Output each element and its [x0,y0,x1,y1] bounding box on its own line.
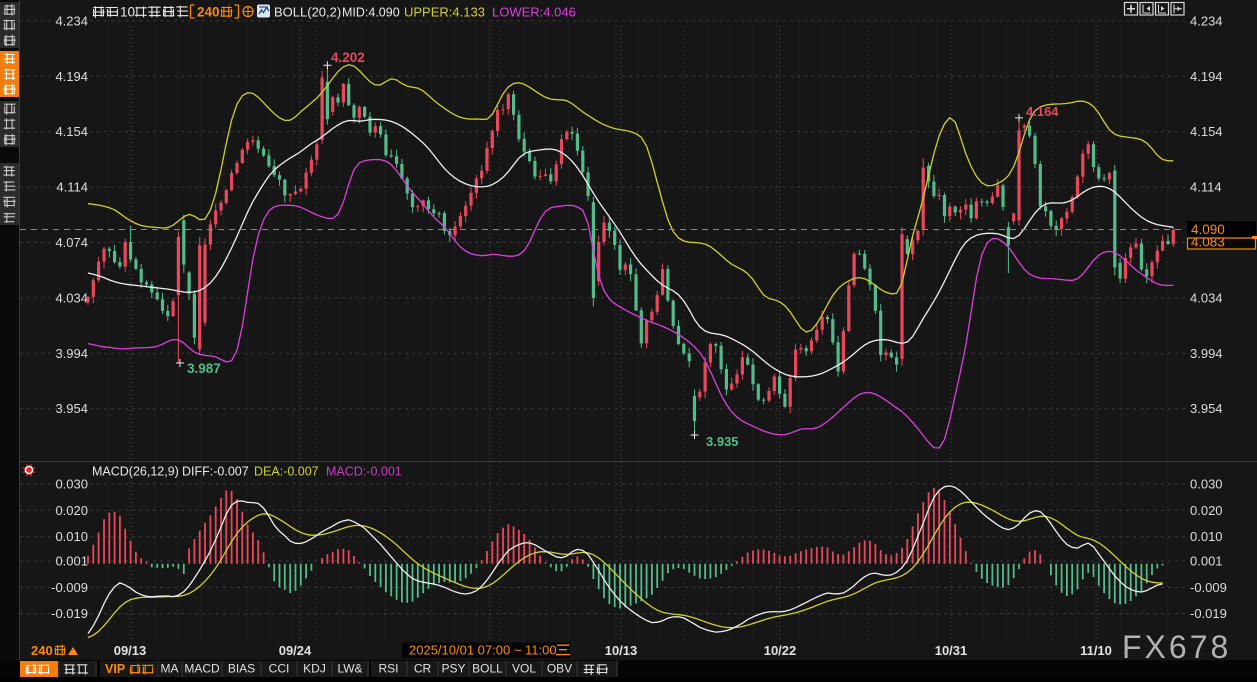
svg-text:3.994: 3.994 [1190,346,1223,361]
svg-text:3.935: 3.935 [706,434,739,449]
svg-text:4.034: 4.034 [55,290,88,305]
svg-text:MACD(26,12,9): MACD(26,12,9) [92,465,179,479]
svg-text:MID:4.090: MID:4.090 [342,6,400,20]
svg-text:DIFF:-0.007: DIFF:-0.007 [182,465,249,479]
svg-text:DEA:-0.007: DEA:-0.007 [254,465,319,479]
svg-text:-0.009: -0.009 [1190,580,1227,595]
svg-text:10: 10 [120,5,135,20]
svg-text:4.090: 4.090 [1191,222,1225,237]
svg-text:09/24: 09/24 [279,643,312,658]
svg-text:-0.019: -0.019 [51,606,88,621]
svg-text:4.194: 4.194 [1190,69,1223,84]
svg-text:VIP: VIP [105,662,125,676]
svg-text:09/13: 09/13 [114,643,147,658]
svg-text:-0.009: -0.009 [51,580,88,595]
svg-text:4.202: 4.202 [331,50,365,65]
svg-text:10/31: 10/31 [935,643,968,658]
svg-text:4.074: 4.074 [55,235,88,250]
svg-text:3.954: 3.954 [55,401,88,416]
svg-text:FX678: FX678 [1122,629,1231,665]
svg-text:3.987: 3.987 [187,361,221,376]
svg-text:MA: MA [161,662,179,676]
svg-text:BIAS: BIAS [228,662,255,676]
svg-text:VOL: VOL [512,662,536,676]
svg-text:4.114: 4.114 [56,180,88,195]
svg-text:KDJ: KDJ [303,662,326,676]
svg-text:CCI: CCI [269,662,290,676]
svg-text:0.020: 0.020 [1190,503,1223,518]
svg-text:10/13: 10/13 [605,643,638,658]
svg-text:240: 240 [197,5,220,20]
svg-text:UPPER:4.133: UPPER:4.133 [404,5,485,20]
svg-text:BOLL: BOLL [472,662,503,676]
svg-text:CR: CR [414,662,432,676]
svg-text:LOWER:4.046: LOWER:4.046 [492,5,576,20]
svg-text:0.030: 0.030 [1190,477,1223,492]
svg-text:BOLL(20,2): BOLL(20,2) [274,5,341,20]
svg-text:4.114: 4.114 [1190,180,1222,195]
svg-text:4.154: 4.154 [55,124,88,139]
svg-text:2025/10/01 07:00 ~ 11:00: 2025/10/01 07:00 ~ 11:00 [409,643,557,658]
svg-text:11/10: 11/10 [1080,643,1112,658]
svg-text:0.010: 0.010 [55,529,88,544]
svg-text:OBV: OBV [547,662,572,676]
svg-text:0.001: 0.001 [1190,554,1223,569]
svg-text:LW&: LW& [337,662,362,676]
svg-text:3.994: 3.994 [55,346,88,361]
svg-text:MACD:-0.001: MACD:-0.001 [326,465,402,479]
svg-text:RSI: RSI [378,662,398,676]
svg-text:MACD: MACD [184,662,220,676]
svg-text:4.234: 4.234 [1190,13,1223,28]
svg-text:0.001: 0.001 [55,554,88,569]
svg-text:4.034: 4.034 [1190,290,1223,305]
svg-text:4.194: 4.194 [55,69,88,84]
svg-text:240: 240 [31,643,53,658]
svg-text:4.234: 4.234 [55,13,88,28]
svg-text:0.020: 0.020 [55,503,88,518]
svg-text:4.164: 4.164 [1026,104,1059,119]
svg-text:-0.019: -0.019 [1190,606,1227,621]
svg-text:PSY: PSY [441,662,465,676]
svg-text:0.010: 0.010 [1190,529,1223,544]
svg-text:3.954: 3.954 [1190,401,1223,416]
svg-text:4.154: 4.154 [1190,124,1223,139]
svg-text:10/22: 10/22 [764,643,797,658]
svg-text:0.030: 0.030 [55,477,88,492]
